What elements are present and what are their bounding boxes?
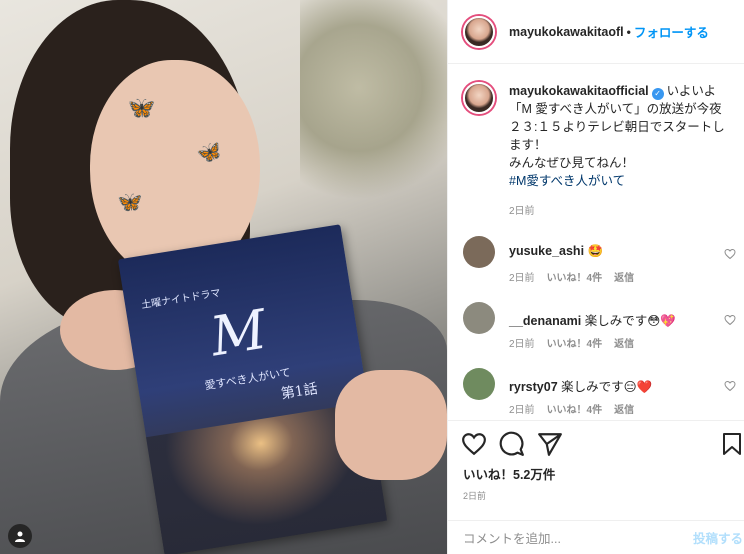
post-time[interactable]: 2日前 xyxy=(463,489,486,502)
comment-meta: 2日前 いいね！4件 返信 xyxy=(509,335,634,350)
comment-likes[interactable]: いいね！4件 xyxy=(547,401,603,416)
hand xyxy=(335,370,447,480)
reply-button[interactable]: 返信 xyxy=(614,335,634,350)
heart-outline-icon[interactable] xyxy=(724,380,736,392)
comment-username[interactable]: ryrsty07 xyxy=(509,380,558,394)
butterfly-sticker: 🦋 xyxy=(125,92,157,123)
comment-avatar[interactable] xyxy=(463,368,495,400)
user-tag-icon[interactable] xyxy=(8,524,32,548)
caption-text-2: みんなぜひ見てねん！ xyxy=(509,156,635,170)
comment-likes[interactable]: いいね！4件 xyxy=(547,269,603,284)
caption: mayukokawakitaofficial ✓ いよいよ「M 愛すべき人がいて」の… xyxy=(463,82,733,190)
heart-outline-icon[interactable] xyxy=(724,248,736,260)
action-bar: いいね！5.2万件 2日前 xyxy=(448,420,744,520)
heart-outline-icon[interactable] xyxy=(724,314,736,326)
dried-flowers xyxy=(300,0,447,220)
comment-body: 楽しみです😳💖 xyxy=(584,314,676,328)
comment-item: __denanami 楽しみです😳💖 2日前 いいね！4件 返信 xyxy=(463,302,738,362)
post-sidebar: mayukokawakitaofl • フォローする mayukokawakit… xyxy=(447,0,744,554)
comment-avatar[interactable] xyxy=(463,236,495,268)
hashtag-link[interactable]: #M愛すべき人がいて xyxy=(509,174,625,188)
caption-username[interactable]: mayukokawakitaofficial xyxy=(509,84,649,98)
header-username[interactable]: mayukokawakitaofl xyxy=(509,25,624,39)
book-episode: 第1話 xyxy=(279,380,319,403)
reply-button[interactable]: 返信 xyxy=(614,269,634,284)
post-photo[interactable]: 🦋 🦋 🦋 土曜ナイトドラマ M 愛すべき人がいて 第1話 xyxy=(0,0,447,554)
verified-badge-icon: ✓ xyxy=(651,88,664,100)
book-letter: M xyxy=(206,297,271,369)
comment-body: 🤩 xyxy=(587,244,604,258)
add-comment-bar: コメントを追加... 投稿する xyxy=(448,520,744,554)
comment-time[interactable]: 2日前 xyxy=(509,401,535,416)
caption-body: mayukokawakitaofficial ✓ いよいよ「M 愛すべき人がいて」の… xyxy=(509,82,733,190)
comment-meta: 2日前 いいね！4件 返信 xyxy=(509,401,634,416)
comment-avatar[interactable] xyxy=(463,302,495,334)
comment-item: ryrsty07 楽しみです😑❤️ 2日前 いいね！4件 返信 xyxy=(463,368,738,428)
comment-text: ryrsty07 楽しみです😑❤️ xyxy=(509,376,652,395)
caption-time[interactable]: 2日前 xyxy=(509,202,535,217)
share-send-icon[interactable] xyxy=(537,431,563,457)
butterfly-sticker: 🦋 xyxy=(116,190,143,216)
separator-dot: • xyxy=(626,24,631,39)
reply-button[interactable]: 返信 xyxy=(614,401,634,416)
comment-meta: 2日前 いいね！4件 返信 xyxy=(509,269,634,284)
avatar[interactable] xyxy=(463,15,495,48)
follow-button[interactable]: フォローする xyxy=(634,22,709,41)
post-header: mayukokawakitaofl • フォローする xyxy=(448,0,744,64)
comment-text: __denanami 楽しみです😳💖 xyxy=(509,310,676,329)
comment-body: 楽しみです😑❤️ xyxy=(561,380,653,394)
like-heart-icon[interactable] xyxy=(461,431,487,457)
comment-item: yusuke_ashi 🤩 2日前 いいね！4件 返信 xyxy=(463,236,738,296)
caption-avatar[interactable] xyxy=(463,82,495,114)
comment-username[interactable]: __denanami xyxy=(509,314,581,328)
post-comment-button[interactable]: 投稿する xyxy=(693,528,743,547)
likes-count[interactable]: いいね！5.2万件 xyxy=(463,464,555,483)
comment-input[interactable]: コメントを追加... xyxy=(463,528,561,547)
save-bookmark-icon[interactable] xyxy=(720,431,744,457)
comment-bubble-icon[interactable] xyxy=(499,431,525,457)
comment-time[interactable]: 2日前 xyxy=(509,269,535,284)
comment-text: yusuke_ashi 🤩 xyxy=(509,244,603,259)
comment-likes[interactable]: いいね！4件 xyxy=(547,335,603,350)
comment-username[interactable]: yusuke_ashi xyxy=(509,244,584,258)
comment-time[interactable]: 2日前 xyxy=(509,335,535,350)
